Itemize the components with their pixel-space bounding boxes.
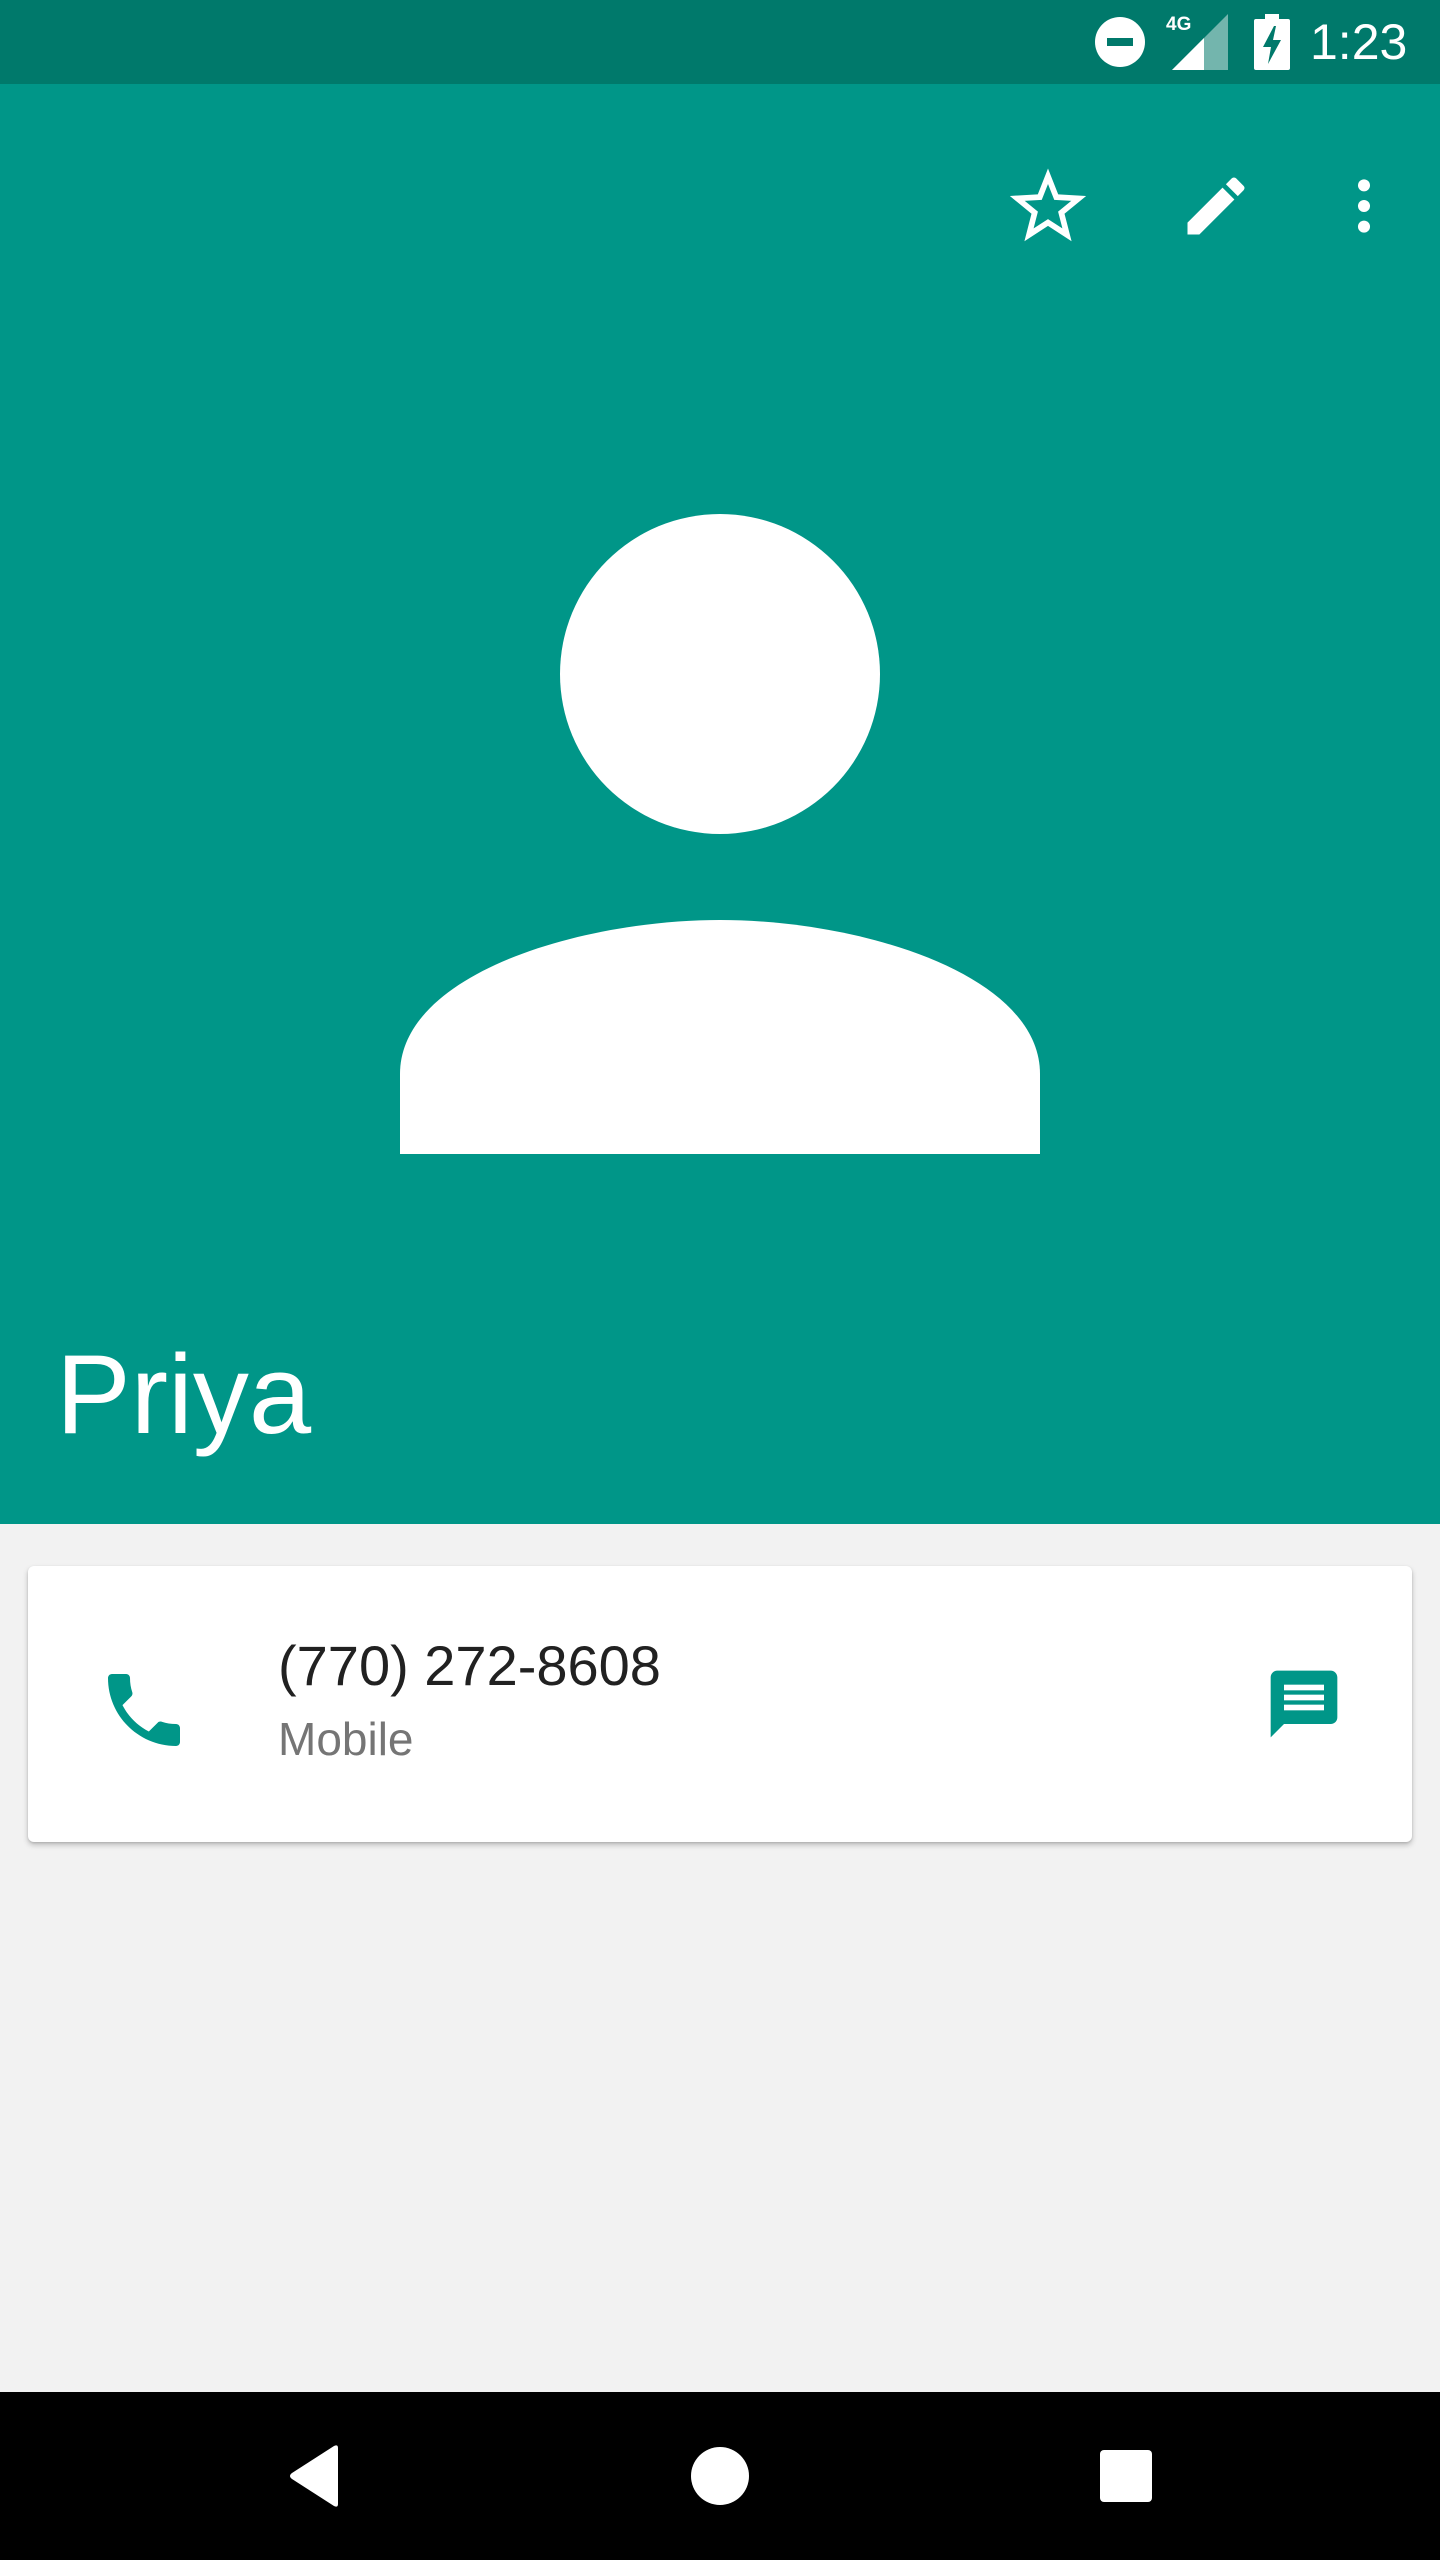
more-options-button[interactable] <box>1304 146 1424 266</box>
edit-button[interactable] <box>1156 146 1276 266</box>
status-clock: 1:23 <box>1310 14 1408 70</box>
battery-charging-icon <box>1252 0 1292 84</box>
status-bar: 4G 1:23 <box>0 0 1440 84</box>
more-vert-icon <box>1357 179 1371 233</box>
recents-button[interactable] <box>1066 2416 1186 2536</box>
favorite-button[interactable] <box>988 146 1108 266</box>
contact-detail-screen: 4G 1:23 Priya (770) 272-8608 Mobile <box>0 0 1440 2560</box>
back-button[interactable] <box>256 2416 376 2536</box>
recents-icon <box>1100 2450 1152 2502</box>
person-placeholder-icon <box>400 514 1040 1154</box>
home-button[interactable] <box>660 2416 780 2536</box>
do-not-disturb-icon <box>1092 0 1148 84</box>
contact-header: Priya <box>0 84 1440 1524</box>
phone-icon[interactable] <box>96 1662 192 1758</box>
send-message-button[interactable] <box>1248 1648 1360 1760</box>
navigation-bar <box>0 2392 1440 2560</box>
star-icon <box>1010 168 1086 242</box>
network-type-label: 4G <box>1166 14 1191 35</box>
phone-number: (770) 272-8608 <box>278 1634 661 1697</box>
message-icon <box>1270 1670 1338 1738</box>
signal-4g-icon: 4G <box>1166 0 1228 84</box>
contact-name: Priya <box>56 1332 312 1457</box>
home-icon <box>691 2447 749 2505</box>
edit-icon <box>1187 177 1245 235</box>
back-icon <box>290 2445 338 2507</box>
phone-entry-card[interactable]: (770) 272-8608 Mobile <box>28 1566 1412 1842</box>
phone-type-label: Mobile <box>278 1713 414 1765</box>
